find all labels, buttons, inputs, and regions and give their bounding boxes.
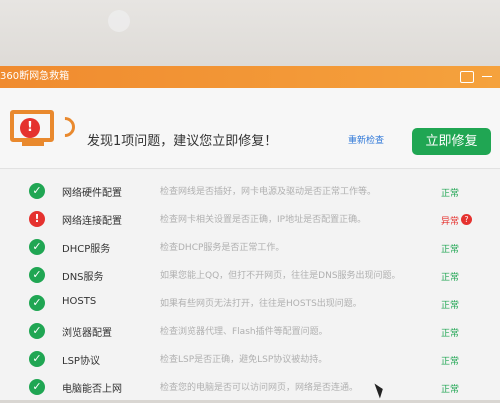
signal-icon [50, 112, 80, 142]
item-status: 正常 [441, 273, 460, 283]
item-desc: 检查网线是否插好，网卡电源及驱动是否正常工作等。 [160, 187, 377, 197]
item-status: 异常 [441, 217, 460, 227]
item-name: LSP协议 [62, 356, 100, 367]
titlebar: 360断网急救箱 [0, 66, 500, 88]
alert-circle-icon: ! [20, 118, 40, 138]
list-item: ✓ 电脑能否上网 检查您的电脑是否可以访问网页，网络是否连通。 正常 [0, 379, 500, 403]
check-circle-icon: ✓ [29, 295, 45, 311]
recheck-link[interactable]: 重新检查 [348, 133, 384, 146]
item-name: 网络硬件配置 [62, 188, 122, 199]
item-status: 正常 [441, 385, 460, 395]
item-status: 正常 [441, 301, 460, 311]
list-item: ✓ DNS服务 如果您能上QQ，但打不开网页，往往是DNS服务出现问题。 正常 [0, 267, 500, 291]
fix-now-button[interactable]: 立即修复 [412, 128, 491, 155]
check-circle-icon: ✓ [29, 323, 45, 339]
item-desc: 检查网卡相关设置是否正确，IP地址是否配置正确。 [160, 215, 367, 225]
alert-circle-icon: ! [29, 211, 45, 227]
item-desc: 检查浏览器代理、Flash插件等配置问题。 [160, 327, 328, 337]
item-desc: 如果您能上QQ，但打不开网页，往往是DNS服务出现问题。 [160, 271, 401, 281]
item-name: 浏览器配置 [62, 328, 112, 339]
item-desc: 检查LSP是否正确，避免LSP协议被劫持。 [160, 355, 328, 365]
item-name: 电脑能否上网 [62, 384, 122, 395]
list-item: ✓ DHCP服务 检查DHCP服务是否正常工作。 正常 [0, 239, 500, 263]
item-name: DHCP服务 [62, 244, 111, 255]
item-name: DNS服务 [62, 272, 104, 283]
item-desc: 检查您的电脑是否可以访问网页，网络是否连通。 [160, 383, 359, 393]
summary-header: ! 发现1项问题，建议您立即修复！ 重新检查 立即修复 [0, 88, 500, 169]
question-icon[interactable]: ? [461, 214, 472, 225]
list-item: ✓ 网络硬件配置 检查网线是否插好，网卡电源及驱动是否正常工作等。 正常 [0, 183, 500, 207]
item-name: 网络连接配置 [62, 216, 122, 227]
minimize-icon[interactable] [482, 76, 492, 77]
list-item: ✓ HOSTS 如果有些网页无法打开，往往是HOSTS出现问题。 正常 [0, 295, 500, 319]
list-item: ✓ 浏览器配置 检查浏览器代理、Flash插件等配置问题。 正常 [0, 323, 500, 347]
check-circle-icon: ✓ [29, 267, 45, 283]
item-status: 正常 [441, 329, 460, 339]
summary-headline: 发现1项问题，建议您立即修复！ [87, 134, 278, 149]
app-window: 360断网急救箱 ! 发现1项问题，建议您立即修复！ 重新检查 立即修复 ✓ 网… [0, 66, 500, 400]
item-status: 正常 [441, 189, 460, 199]
item-name: HOSTS [62, 296, 97, 307]
check-circle-icon: ✓ [29, 351, 45, 367]
check-circle-icon: ✓ [29, 239, 45, 255]
check-circle-icon: ✓ [29, 183, 45, 199]
item-desc: 如果有些网页无法打开，往往是HOSTS出现问题。 [160, 299, 362, 309]
message-icon[interactable] [460, 71, 474, 83]
check-circle-icon: ✓ [29, 379, 45, 395]
list-item: ✓ LSP协议 检查LSP是否正确，避免LSP协议被劫持。 正常 [0, 351, 500, 375]
monitor-stand-icon [22, 142, 44, 146]
item-status: 正常 [441, 245, 460, 255]
bezel-mark [108, 10, 130, 32]
monitor-bezel [0, 0, 500, 66]
window-title: 360断网急救箱 [0, 71, 70, 82]
item-status: 正常 [441, 357, 460, 367]
item-desc: 检查DHCP服务是否正常工作。 [160, 243, 285, 253]
check-list: ✓ 网络硬件配置 检查网线是否插好，网卡电源及驱动是否正常工作等。 正常 ! 网… [0, 170, 500, 400]
list-item: ! 网络连接配置 检查网卡相关设置是否正确，IP地址是否配置正确。 异常 ? [0, 211, 500, 235]
